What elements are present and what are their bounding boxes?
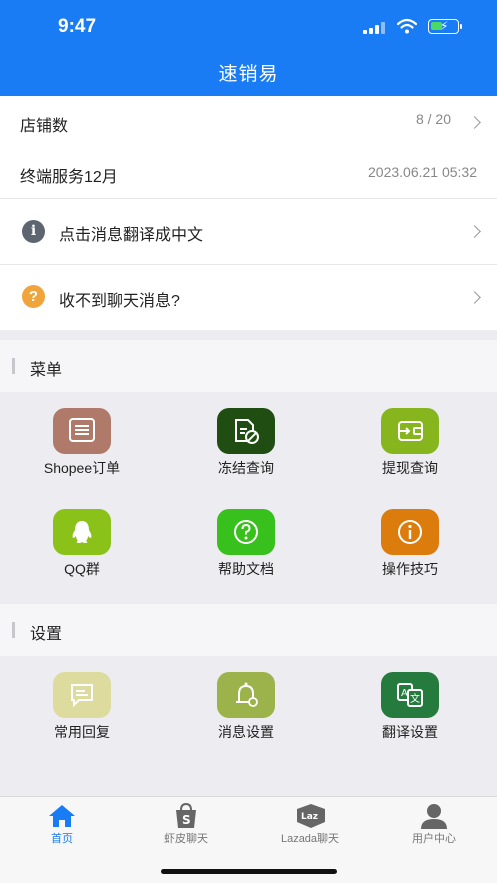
order-icon bbox=[53, 408, 111, 454]
info-icon: i bbox=[22, 220, 45, 243]
service-row: 终端服务12月 2023.06.21 05:32 bbox=[0, 146, 497, 198]
top-bar: 9:47 ⚡ 速销易 bbox=[0, 0, 497, 96]
menu-item-label: 冻结查询 bbox=[218, 460, 274, 476]
settings-item-label: 常用回复 bbox=[54, 724, 110, 740]
menu-item-withdraw-query[interactable]: 提现查询 bbox=[350, 408, 470, 498]
info-icon bbox=[381, 509, 439, 555]
svg-text:Laz: Laz bbox=[301, 812, 318, 822]
bell-settings-icon bbox=[217, 672, 275, 718]
wallet-icon bbox=[381, 408, 439, 454]
info-panel: 店铺数 8 / 20 终端服务12月 2023.06.21 05:32 i 点击… bbox=[0, 96, 497, 330]
translate-icon: A文 bbox=[381, 672, 439, 718]
section-marker bbox=[12, 358, 15, 374]
wifi-icon bbox=[397, 18, 417, 34]
settings-item-message-settings[interactable]: 消息设置 bbox=[186, 672, 306, 762]
battery-cap bbox=[460, 24, 462, 29]
battery-icon: ⚡ bbox=[428, 19, 459, 34]
quick-reply-icon bbox=[53, 672, 111, 718]
tab-home[interactable]: 首页 bbox=[0, 797, 124, 857]
svg-text:A: A bbox=[401, 688, 408, 699]
home-indicator bbox=[161, 869, 337, 874]
tab-label: Lazada聊天 bbox=[280, 833, 340, 845]
menu-item-label: 提现查询 bbox=[382, 460, 438, 476]
settings-item-quick-replies[interactable]: 常用回复 bbox=[22, 672, 142, 762]
help-icon bbox=[217, 509, 275, 555]
lazada-icon: Laz bbox=[297, 804, 325, 828]
settings-section-title: 设置 bbox=[30, 626, 63, 643]
section-marker bbox=[12, 622, 15, 638]
service-value: 2023.06.21 05:32 bbox=[368, 164, 477, 180]
tab-label: 首页 bbox=[51, 833, 73, 845]
tab-user-center[interactable]: 用户中心 bbox=[372, 797, 496, 857]
home-icon bbox=[49, 805, 75, 827]
status-time: 9:47 bbox=[58, 16, 97, 37]
translate-row[interactable]: i 点击消息翻译成中文 bbox=[0, 199, 497, 264]
menu-item-qq-group[interactable]: QQ群 bbox=[22, 509, 142, 599]
menu-item-label: 帮助文档 bbox=[218, 561, 274, 577]
tab-lazada-chat[interactable]: Laz Lazada聊天 bbox=[248, 797, 372, 857]
settings-item-translate-settings[interactable]: A文 翻译设置 bbox=[350, 672, 470, 762]
menu-item-label: Shopee订单 bbox=[43, 460, 121, 476]
no-message-label: 收不到聊天消息? bbox=[59, 293, 180, 310]
menu-section-title: 菜单 bbox=[30, 362, 63, 379]
settings-item-label: 翻译设置 bbox=[382, 724, 438, 740]
shopee-icon: S bbox=[176, 803, 196, 828]
translate-label: 点击消息翻译成中文 bbox=[59, 227, 204, 244]
shop-count-row[interactable]: 店铺数 8 / 20 bbox=[0, 96, 497, 146]
user-icon bbox=[421, 804, 447, 829]
svg-text:S: S bbox=[182, 813, 191, 827]
tab-label: 用户中心 bbox=[412, 833, 456, 845]
page-title: 速销易 bbox=[218, 64, 279, 85]
service-label: 终端服务12月 bbox=[20, 169, 118, 186]
tab-label: 虾皮聊天 bbox=[164, 833, 208, 845]
menu-item-tips[interactable]: 操作技巧 bbox=[350, 509, 470, 599]
svg-text:文: 文 bbox=[410, 692, 420, 705]
qq-icon bbox=[53, 509, 111, 555]
frozen-doc-icon bbox=[217, 408, 275, 454]
settings-section-header: 设置 bbox=[0, 604, 497, 656]
menu-item-shopee-orders[interactable]: Shopee订单 bbox=[22, 408, 142, 498]
menu-item-help-docs[interactable]: 帮助文档 bbox=[186, 509, 306, 599]
no-message-row[interactable]: ? 收不到聊天消息? bbox=[0, 265, 497, 330]
chevron-right-icon bbox=[468, 116, 481, 129]
signal-icon bbox=[363, 22, 385, 34]
shop-count-value: 8 / 20 bbox=[415, 111, 451, 127]
chevron-right-icon bbox=[468, 291, 481, 304]
tab-shopee-chat[interactable]: S 虾皮聊天 bbox=[124, 797, 248, 857]
menu-section-header: 菜单 bbox=[0, 340, 497, 392]
menu-item-label: QQ群 bbox=[64, 561, 100, 577]
shop-count-label: 店铺数 bbox=[20, 118, 69, 135]
question-icon: ? bbox=[22, 285, 45, 308]
chevron-right-icon bbox=[468, 225, 481, 238]
settings-item-label: 消息设置 bbox=[218, 724, 274, 740]
menu-item-frozen-query[interactable]: 冻结查询 bbox=[186, 408, 306, 498]
menu-item-label: 操作技巧 bbox=[382, 561, 438, 577]
